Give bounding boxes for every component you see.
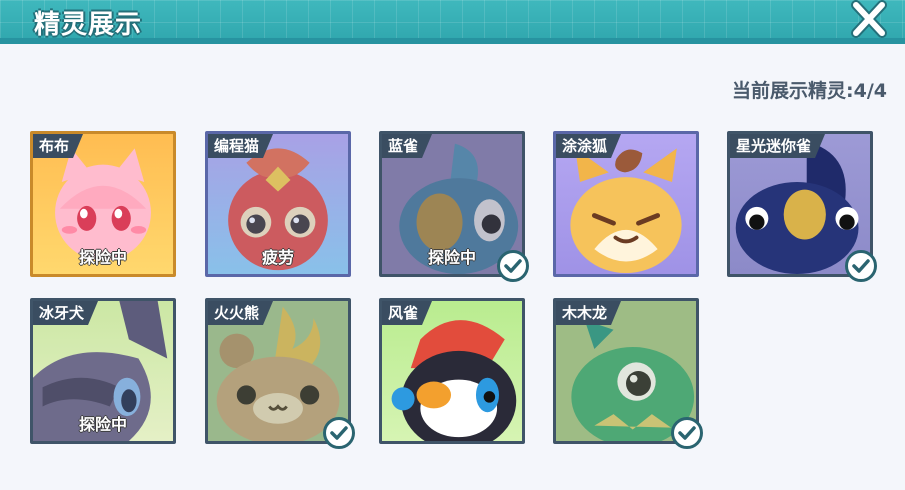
- sprite-card-tutu-hu[interactable]: 涂涂狐: [553, 131, 699, 277]
- checkmark-icon: [852, 259, 870, 273]
- checkmark-icon: [678, 426, 696, 440]
- sprite-name-tag: 冰牙犬: [33, 301, 98, 325]
- selected-check: [323, 417, 355, 449]
- sprite-card-fengque[interactable]: 风雀: [379, 298, 525, 444]
- display-counter: 当前展示精灵:4/4: [732, 80, 887, 102]
- sprite-status: 探险中: [78, 415, 127, 434]
- close-button[interactable]: [848, 0, 890, 38]
- sprite-card-bubu[interactable]: 布布 探险中: [30, 131, 176, 277]
- sprite-name-tag: 编程猫: [208, 134, 273, 158]
- sprite-name-tag: 火火熊: [208, 301, 273, 325]
- sprite-name-tag: 木木龙: [556, 301, 621, 325]
- checkmark-icon: [504, 259, 522, 273]
- sprite-status: 探险中: [78, 248, 127, 267]
- selected-check: [845, 250, 877, 282]
- sprite-name-tag: 涂涂狐: [556, 134, 621, 158]
- checkmark-icon: [330, 426, 348, 440]
- page-title: 精灵展示: [34, 10, 143, 40]
- selected-check: [497, 250, 529, 282]
- sprite-card-biancheng-mao[interactable]: 编程猫 疲劳: [205, 131, 351, 277]
- sprite-card-bingya-quan[interactable]: 冰牙犬 探险中: [30, 298, 176, 444]
- selected-check: [671, 417, 703, 449]
- sprite-status: 疲劳: [261, 248, 294, 267]
- close-icon: [851, 0, 887, 38]
- sprite-name-tag: 星光迷你雀: [730, 134, 825, 158]
- header-bar: 精灵展示: [0, 0, 905, 44]
